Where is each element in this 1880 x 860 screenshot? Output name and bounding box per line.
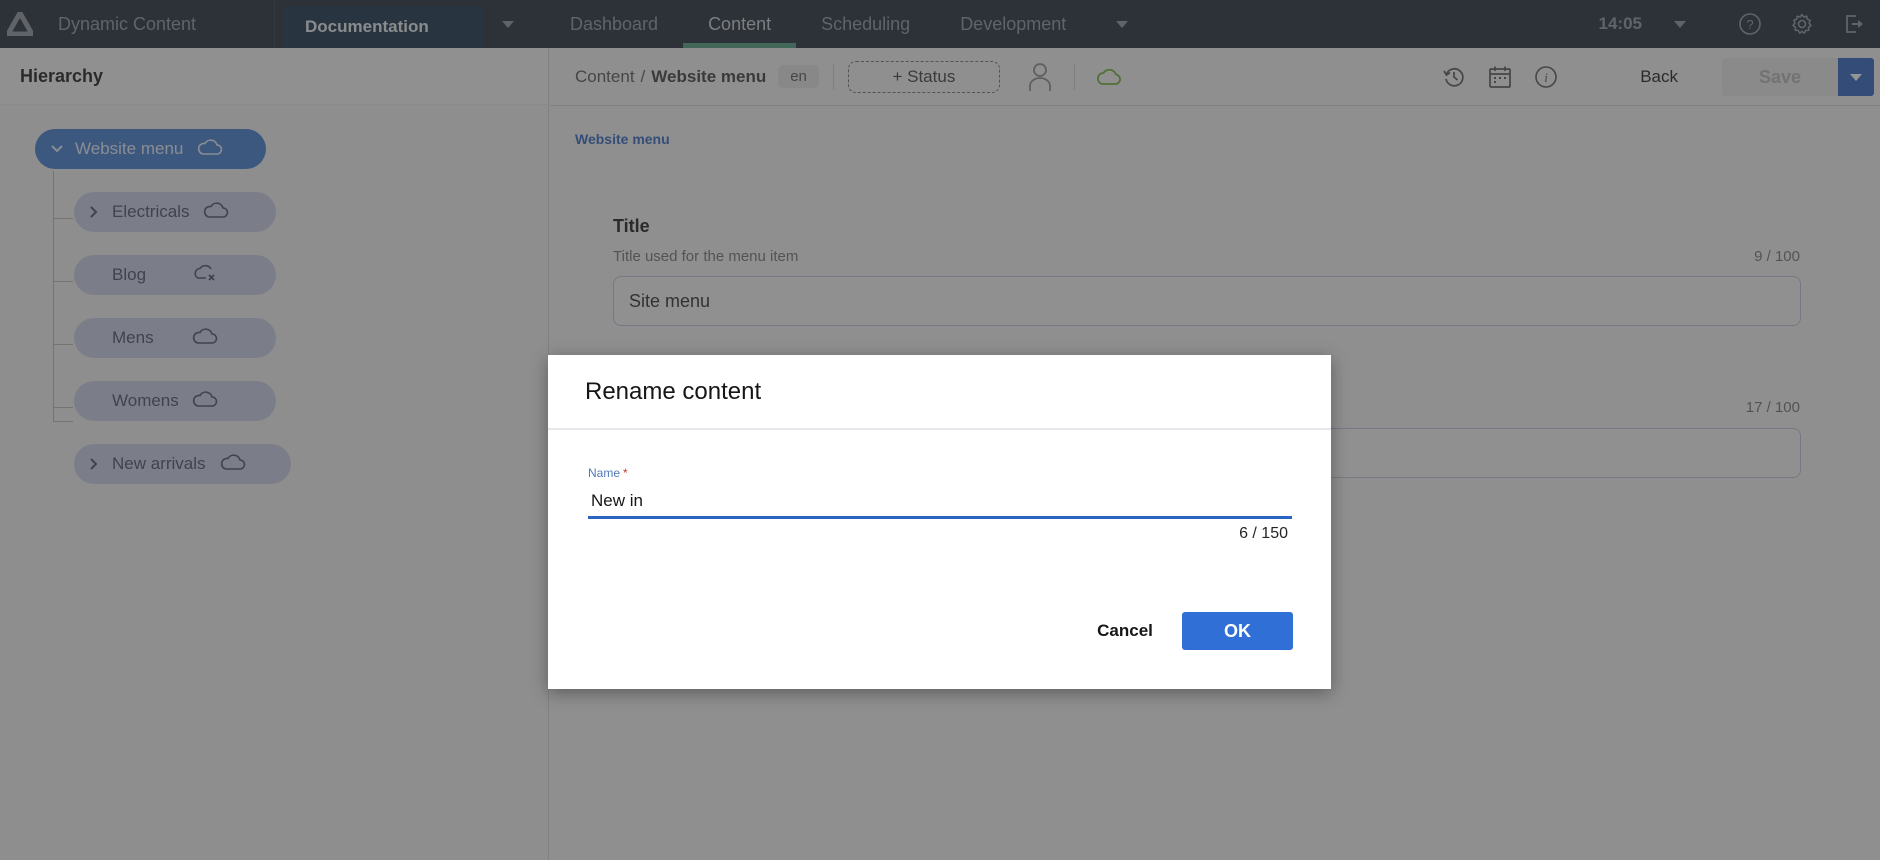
cancel-button[interactable]: Cancel [1090,613,1160,649]
name-field-label: Name * [588,466,628,480]
ok-button[interactable]: OK [1182,612,1293,650]
required-marker: * [623,466,628,480]
name-char-count: 6 / 150 [1239,525,1288,542]
name-label-text: Name [588,466,621,480]
name-input[interactable] [588,485,1292,519]
dialog-title: Rename content [548,355,1331,430]
rename-content-dialog: Rename content Name* 6 / 150 Cancel OK [548,355,1331,689]
